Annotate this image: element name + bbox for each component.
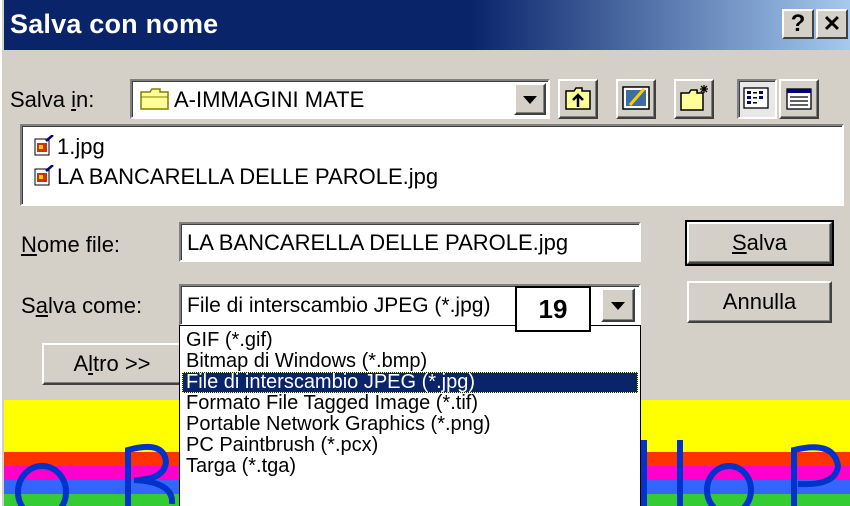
save-as-type-dropdown-list[interactable]: GIF (*.gif) Bitmap di Windows (*.bmp) Fi… bbox=[179, 325, 641, 506]
desktop-button[interactable] bbox=[616, 79, 656, 119]
save-in-value: A-IMMAGINI MATE bbox=[174, 87, 365, 112]
window-title: Salva con nome bbox=[10, 9, 219, 39]
list-view-button[interactable] bbox=[737, 79, 777, 119]
title-bar[interactable]: Salva con nome ? ✕ bbox=[4, 0, 850, 50]
save-as-type-dropdown-button[interactable] bbox=[601, 288, 635, 322]
save-as-dialog: Salva con nome ? ✕ Salva in: A-IMMAGINI … bbox=[0, 0, 850, 506]
filename-input[interactable]: LA BANCARELLA DELLE PAROLE.jpg bbox=[179, 222, 641, 262]
desktop-icon bbox=[622, 86, 650, 110]
folder-up-icon bbox=[565, 87, 591, 110]
jpeg-file-icon bbox=[34, 165, 54, 186]
close-icon: ✕ bbox=[822, 11, 842, 36]
dropdown-option[interactable]: Bitmap di Windows (*.bmp) bbox=[182, 351, 638, 372]
dropdown-option[interactable]: Portable Network Graphics (*.png) bbox=[182, 414, 638, 435]
list-item[interactable]: LA BANCARELLA DELLE PAROLE.jpg bbox=[34, 164, 438, 190]
details-view-icon bbox=[786, 88, 812, 110]
new-folder-icon bbox=[680, 85, 708, 111]
chevron-down-icon bbox=[611, 302, 625, 310]
new-folder-button[interactable] bbox=[674, 79, 714, 119]
save-in-label: Salva in: bbox=[10, 87, 95, 112]
dropdown-option-selected[interactable]: File di interscambio JPEG (*.jpg) bbox=[182, 372, 638, 393]
file-list[interactable]: 1.jpg LA BANCARELLA DELLE PAROLE.jpg bbox=[20, 124, 844, 206]
dropdown-option[interactable]: Formato File Tagged Image (*.tif) bbox=[182, 393, 638, 414]
list-view-icon bbox=[743, 87, 769, 109]
chevron-down-icon bbox=[523, 96, 537, 104]
save-button[interactable]: Salva bbox=[685, 220, 834, 266]
dropdown-option[interactable]: PC Paintbrush (*.pcx) bbox=[182, 435, 638, 456]
jpeg-file-icon bbox=[34, 135, 54, 156]
up-one-level-button[interactable] bbox=[558, 79, 598, 119]
annotation-badge: 19 bbox=[515, 286, 591, 332]
help-icon: ? bbox=[790, 10, 806, 37]
list-item[interactable]: 1.jpg bbox=[34, 134, 105, 160]
close-button[interactable]: ✕ bbox=[816, 9, 848, 39]
details-view-button[interactable] bbox=[779, 79, 819, 119]
more-button[interactable]: Altro >> bbox=[42, 343, 182, 385]
dropdown-option[interactable]: Targa (*.tga) bbox=[182, 456, 638, 477]
filename-label: Nome file: bbox=[21, 232, 121, 257]
save-as-type-label: Salva come: bbox=[21, 293, 143, 318]
save-in-dropdown-button[interactable] bbox=[514, 83, 546, 115]
cancel-button[interactable]: Annulla bbox=[687, 281, 832, 323]
folder-icon bbox=[140, 88, 169, 110]
help-button[interactable]: ? bbox=[782, 9, 814, 39]
dropdown-option[interactable]: GIF (*.gif) bbox=[182, 330, 638, 351]
save-in-combo[interactable]: A-IMMAGINI MATE bbox=[130, 79, 550, 119]
